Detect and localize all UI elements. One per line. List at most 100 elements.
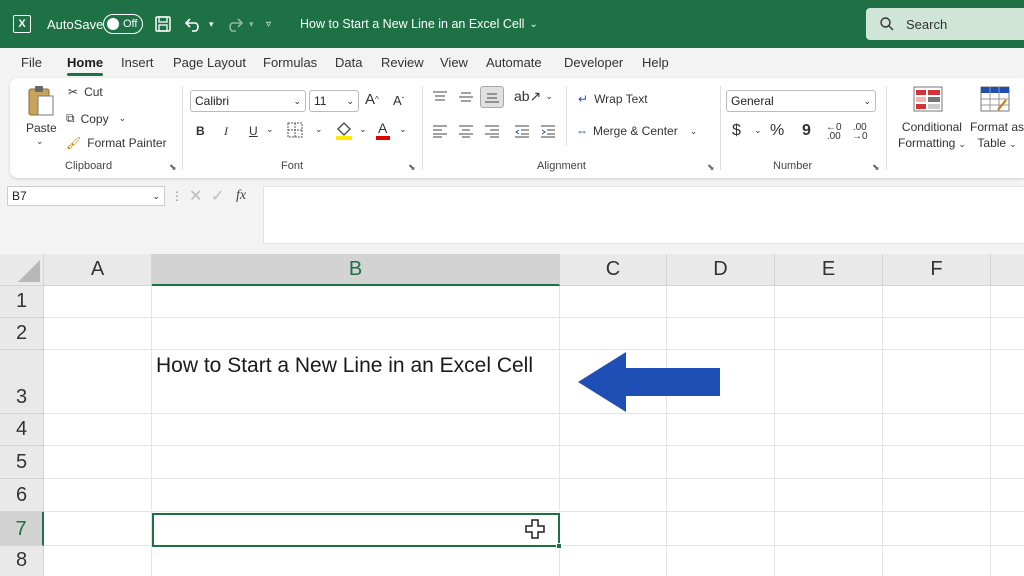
tab-data[interactable]: Data xyxy=(335,48,362,78)
column-header-d[interactable]: D xyxy=(667,254,775,286)
gridline xyxy=(666,286,667,576)
copy-button[interactable]: ⧉ Copy ⌄ xyxy=(66,111,126,126)
column-header-a[interactable]: A xyxy=(44,254,152,286)
row-header-6[interactable]: 6 xyxy=(0,479,44,512)
cut-button[interactable]: ✂ Cut xyxy=(68,85,103,99)
row-header-5[interactable]: 5 xyxy=(0,446,44,479)
select-all-button[interactable] xyxy=(0,254,44,286)
conditional-formatting-icon[interactable] xyxy=(913,86,943,112)
search-box[interactable]: Search xyxy=(866,8,1024,40)
undo-icon[interactable] xyxy=(184,0,204,48)
redo-icon[interactable] xyxy=(224,0,244,48)
tab-insert[interactable]: Insert xyxy=(121,48,154,78)
column-header-f[interactable]: F xyxy=(883,254,991,286)
column-header-c[interactable]: C xyxy=(560,254,667,286)
align-center-icon[interactable] xyxy=(458,124,474,138)
increase-indent-icon[interactable] xyxy=(540,124,556,138)
percent-button[interactable]: % xyxy=(770,122,784,140)
chevron-down-icon: ⌄ xyxy=(152,190,160,201)
gridline xyxy=(990,286,991,576)
font-color-icon[interactable]: A xyxy=(375,120,391,140)
gridline xyxy=(44,317,1024,318)
tab-file[interactable]: File xyxy=(21,48,42,78)
alignment-launcher-icon[interactable]: ⬊ xyxy=(707,162,715,173)
underline-button[interactable]: U xyxy=(249,124,258,138)
paste-dropdown-icon[interactable]: ⌄ xyxy=(36,136,44,147)
paste-button[interactable]: Paste xyxy=(26,121,57,135)
cell-b3[interactable]: How to Start a New Line in an Excel Cell xyxy=(156,350,546,382)
document-title[interactable]: How to Start a New Line in an Excel Cell… xyxy=(300,0,538,48)
row-header-3[interactable]: 3 xyxy=(0,350,44,414)
bottom-align-icon[interactable] xyxy=(480,86,504,108)
save-icon[interactable] xyxy=(154,0,172,48)
tab-automate[interactable]: Automate xyxy=(486,48,542,78)
align-left-icon[interactable] xyxy=(432,124,448,138)
bold-button[interactable]: B xyxy=(196,124,205,138)
italic-button[interactable]: I xyxy=(224,124,228,139)
decrease-font-icon[interactable]: Aˇ xyxy=(393,93,404,108)
borders-icon[interactable] xyxy=(287,122,303,138)
borders-dropdown-icon[interactable]: ⌄ xyxy=(315,124,323,135)
decrease-indent-icon[interactable] xyxy=(514,124,530,138)
format-painter-button[interactable]: 🖌 Format Painter xyxy=(66,136,167,150)
more-options-icon[interactable]: ⋮ xyxy=(171,186,183,206)
format-as-table-icon[interactable] xyxy=(980,86,1010,112)
formula-input[interactable] xyxy=(263,186,1024,244)
decrease-decimal-icon[interactable]: .00 →0 xyxy=(852,123,868,142)
number-format-select[interactable]: General ⌄ xyxy=(726,90,876,112)
currency-dropdown-icon[interactable]: ⌄ xyxy=(754,125,762,136)
paste-icon[interactable] xyxy=(26,84,56,118)
tab-review[interactable]: Review xyxy=(381,48,424,78)
clipboard-launcher-icon[interactable]: ⬊ xyxy=(169,162,177,173)
fill-handle[interactable] xyxy=(556,543,562,549)
tab-formulas[interactable]: Formulas xyxy=(263,48,317,78)
enter-check-icon[interactable]: ✓ xyxy=(211,186,224,206)
top-align-icon[interactable] xyxy=(432,90,448,104)
redo-dropdown-icon[interactable]: ▾ xyxy=(249,0,254,48)
currency-button[interactable]: $ xyxy=(732,122,741,140)
row-header-4[interactable]: 4 xyxy=(0,414,44,446)
row-header-1[interactable]: 1 xyxy=(0,286,44,318)
svg-text:A: A xyxy=(378,120,388,136)
gridline xyxy=(44,511,1024,512)
font-size-select[interactable]: 11 ⌄ xyxy=(309,90,359,112)
column-header-b[interactable]: B xyxy=(152,254,560,286)
wrap-text-button[interactable]: ↵ Wrap Text xyxy=(578,92,648,106)
tab-page-layout[interactable]: Page Layout xyxy=(173,48,246,78)
fill-color-dropdown-icon[interactable]: ⌄ xyxy=(359,124,367,135)
merge-center-button[interactable]: ⇔ Merge & Center ⌄ xyxy=(576,124,697,138)
row-header-7[interactable]: 7 xyxy=(0,512,44,546)
cancel-icon[interactable]: ✕ xyxy=(189,186,202,206)
align-right-icon[interactable] xyxy=(484,124,500,138)
tab-home[interactable]: Home xyxy=(67,48,104,78)
name-box[interactable]: B7 ⌄ xyxy=(7,186,165,206)
column-header-e[interactable]: E xyxy=(775,254,883,286)
clipboard-group-label: Clipboard xyxy=(65,160,113,172)
gridline xyxy=(44,478,1024,479)
tab-view[interactable]: View xyxy=(440,48,468,78)
conditional-formatting-button[interactable]: Conditional Formatting ⌄ xyxy=(898,119,966,152)
active-cell-b7[interactable] xyxy=(152,513,562,549)
increase-font-icon[interactable]: A ^ xyxy=(365,91,379,108)
orientation-icon[interactable]: ab↗ ⌄ xyxy=(514,88,553,105)
name-box-value: B7 xyxy=(12,189,27,203)
comma-button[interactable]: 9 xyxy=(802,122,811,140)
middle-align-icon[interactable] xyxy=(458,90,474,104)
customize-toolbar-icon[interactable]: ▿ xyxy=(266,0,271,48)
fill-color-icon[interactable] xyxy=(335,120,353,140)
increase-decimal-icon[interactable]: ←0.00 xyxy=(826,123,842,142)
autosave-toggle[interactable]: Off xyxy=(103,0,143,48)
font-launcher-icon[interactable]: ⬊ xyxy=(408,162,416,173)
underline-dropdown-icon[interactable]: ⌄ xyxy=(266,124,274,135)
row-header-8[interactable]: 8 xyxy=(0,546,44,576)
column-header-g[interactable] xyxy=(991,254,1024,286)
tab-developer[interactable]: Developer xyxy=(564,48,623,78)
number-launcher-icon[interactable]: ⬊ xyxy=(872,162,880,173)
format-as-table-button[interactable]: Format as Table ⌄ xyxy=(970,119,1024,152)
undo-dropdown-icon[interactable]: ▾ xyxy=(209,0,214,48)
tab-help[interactable]: Help xyxy=(642,48,669,78)
font-color-dropdown-icon[interactable]: ⌄ xyxy=(399,124,407,135)
row-header-2[interactable]: 2 xyxy=(0,318,44,350)
insert-function-button[interactable]: fx xyxy=(236,186,246,206)
font-name-select[interactable]: Calibri ⌄ xyxy=(190,90,306,112)
